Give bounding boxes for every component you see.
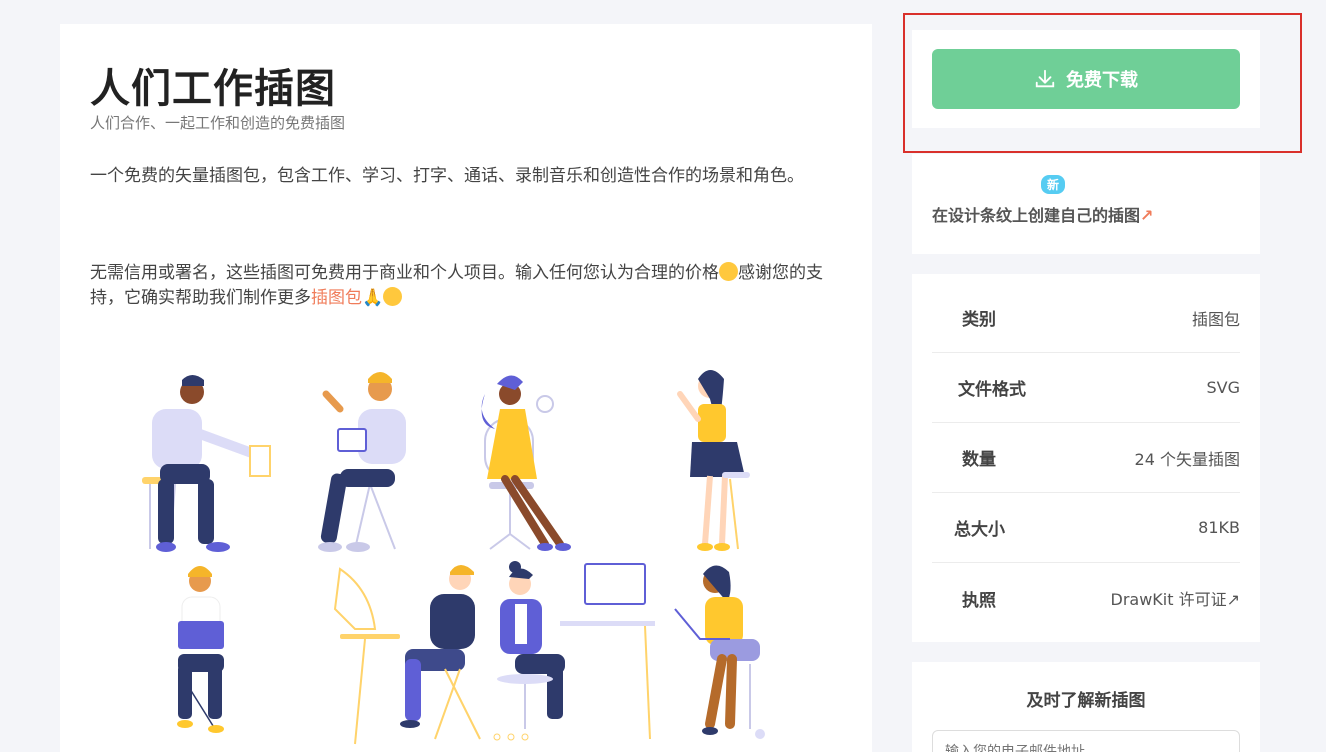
illustration-figure-2 [318, 372, 406, 552]
smile-emoji-icon [719, 262, 738, 281]
download-button-label: 免费下载 [1066, 70, 1138, 91]
info-row-quantity: 数量 24 个矢量插图 [932, 423, 1240, 493]
description-text-1: 无需信用或署名，这些插图可免费用于商业和个人项目。输入任何您认为合理的价格 [90, 263, 719, 283]
info-label: 总大小 [954, 520, 1005, 540]
praying-hands-emoji-icon: 🙏 [362, 288, 384, 308]
page-title: 人们工作插图 [90, 66, 336, 112]
promo-card: 新 在设计条纹上创建自己的插图↗ [912, 154, 1260, 254]
license-link[interactable]: DrawKit 许可证↗ [1111, 586, 1241, 610]
new-badge: 新 [1041, 175, 1066, 194]
illustration-figure-5 [177, 566, 224, 733]
people-working-illustrations [142, 370, 765, 745]
info-value: 插图包 [1191, 309, 1240, 329]
illustration-figure-6 [333, 565, 481, 745]
illustration-figure-1 [142, 375, 271, 552]
star-eyes-emoji-icon [383, 287, 403, 306]
illustration-figure-7 [493, 561, 655, 741]
info-row-license: 执照 DrawKit 许可证↗ [932, 563, 1240, 633]
info-card: 类别 插图包 文件格式 SVG 数量 24 个矢量插图 总大小 81KB 执照 … [912, 274, 1260, 642]
info-row-total-size: 总大小 81KB [932, 493, 1240, 563]
page-subtitle: 人们合作、一起工作和创造的免费插图 [90, 114, 346, 132]
description-paragraph-1: 一个免费的矢量插图包，包含工作、学习、打字、通话、录制音乐和创造性合作的场景和角… [90, 166, 804, 186]
illustration-figure-3 [481, 375, 571, 551]
download-card: 免费下载 [912, 30, 1260, 128]
external-arrow-icon: ↗ [1140, 206, 1154, 225]
info-value: 24 个矢量插图 [1134, 449, 1240, 469]
info-value: SVG [1206, 378, 1241, 397]
promo-link-text: 在设计条纹上创建自己的插图 [932, 206, 1141, 225]
illustration-figure-8 [674, 565, 765, 739]
info-label: 类别 [962, 310, 996, 330]
download-icon [1035, 69, 1055, 88]
info-row-category: 类别 插图包 [932, 283, 1240, 353]
info-label: 文件格式 [958, 380, 1026, 400]
newsletter-card: 及时了解新插图 [912, 662, 1260, 752]
newsletter-title: 及时了解新插图 [1026, 691, 1146, 711]
description-paragraph-2: 无需信用或署名，这些插图可免费用于商业和个人项目。输入任何您认为合理的价格 感谢您… [90, 261, 850, 311]
illustration-pack-link[interactable]: 插图包 [311, 288, 362, 308]
info-value: 81KB [1198, 518, 1240, 537]
info-label: 执照 [962, 590, 996, 611]
email-field[interactable] [932, 730, 1240, 752]
main-card: 人们工作插图 人们合作、一起工作和创造的免费插图 一个免费的矢量插图包，包含工作… [60, 24, 872, 752]
info-row-file-format: 文件格式 SVG [932, 353, 1240, 423]
info-label: 数量 [962, 450, 996, 470]
promo-link[interactable]: 在设计条纹上创建自己的插图↗ [932, 202, 1153, 226]
illustration-figure-4 [677, 370, 750, 551]
download-button[interactable]: 免费下载 [932, 49, 1240, 109]
